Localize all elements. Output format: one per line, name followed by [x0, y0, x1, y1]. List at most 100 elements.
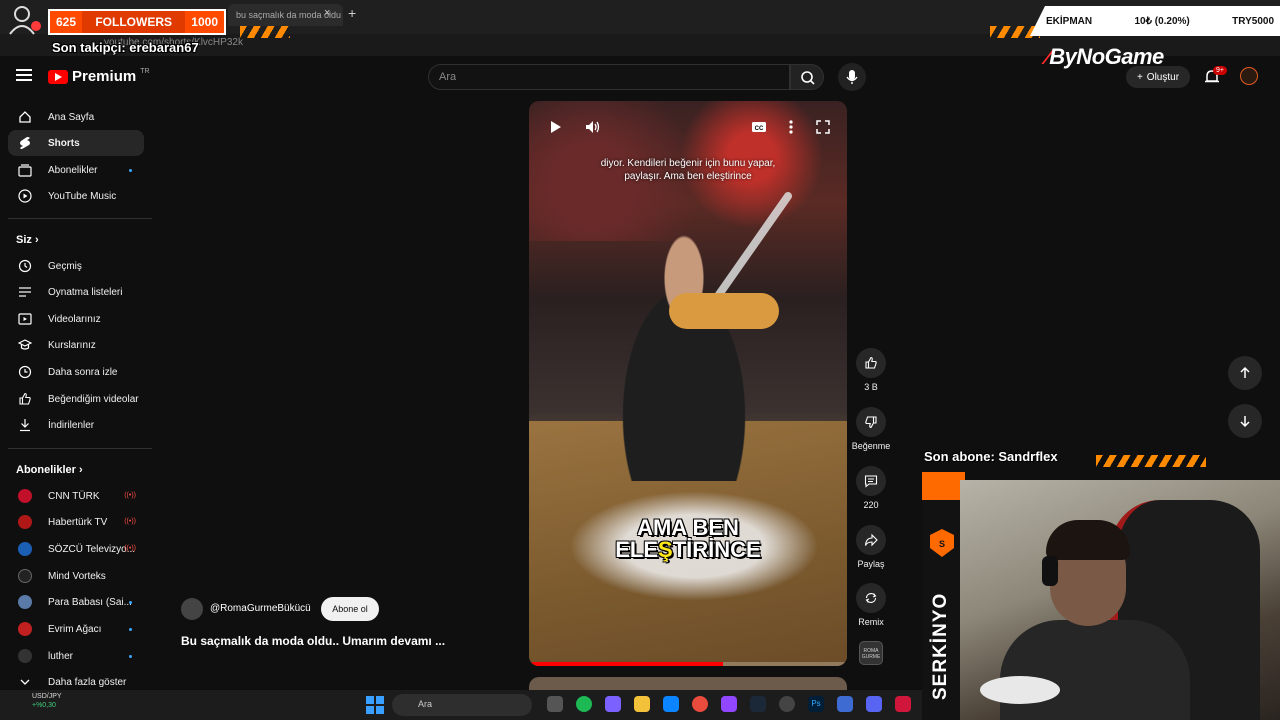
sidebar-section-subscriptions[interactable]: Abonelikler › [16, 464, 83, 476]
video-progress-fill [529, 662, 723, 666]
sidebar-item-label: İndirilenler [48, 419, 95, 431]
streamer-logo-icon: S [930, 529, 954, 557]
like-count: 3 B [864, 382, 878, 392]
youtube-logo[interactable]: Premium TR [48, 68, 150, 85]
sidebar-item-home[interactable]: Ana Sayfa [8, 104, 144, 130]
sidebar-channel-para-babasi[interactable]: Para Babası (Sai... [8, 589, 144, 615]
sidebar-channel-mind-vorteks[interactable]: Mind Vorteks [8, 563, 144, 589]
copilot-icon[interactable] [605, 696, 621, 712]
store-icon[interactable] [663, 696, 679, 712]
sidebar-item-label: Ana Sayfa [48, 111, 95, 123]
taskbar-search-input[interactable]: Ara [392, 694, 532, 716]
spotify-icon[interactable] [576, 696, 592, 712]
chrome-icon[interactable] [692, 696, 708, 712]
caption-line-1: AMA BEN [637, 515, 739, 540]
sidebar-item-shorts[interactable]: Shorts [8, 130, 144, 156]
windows-start-icon[interactable] [366, 696, 384, 714]
music-icon [18, 189, 32, 203]
comments-button[interactable]: 220 [856, 466, 886, 510]
webcam-feed [960, 480, 1280, 720]
more-options-button[interactable] [779, 115, 803, 139]
last-subscriber: Son abone: Sandrflex [924, 449, 1058, 464]
sidebar-item-history[interactable]: Geçmiş [8, 253, 144, 279]
sidebar-channel-haberturk[interactable]: Habertürk TV ((•)) [8, 509, 144, 535]
caption-line-2: ELEŞTİRİNCE [615, 537, 761, 562]
menu-icon[interactable] [16, 68, 32, 82]
sidebar-item-watch-later[interactable]: Daha sonra izle [8, 359, 144, 385]
sidebar-channel-evrim-agaci[interactable]: Evrim Ağacı [8, 616, 144, 642]
sidebar-section-you[interactable]: Siz › [16, 234, 39, 246]
sidebar-item-liked-videos[interactable]: Beğendiğim videolar [8, 386, 144, 412]
remix-button[interactable]: Remix [856, 583, 886, 627]
volume-button[interactable] [581, 115, 605, 139]
stock-change: +%0,30 [32, 702, 56, 709]
sidebar-item-youtube-music[interactable]: YouTube Music [8, 183, 144, 209]
captions-button[interactable]: CC [747, 115, 771, 139]
stock-widget[interactable]: USD/JPY +%0,30 [8, 692, 62, 710]
comment-icon [856, 466, 886, 496]
live-icon: ((•)) [124, 518, 136, 525]
sidebar-channel-sozcu[interactable]: SÖZCÜ Televizyo... ((•)) [8, 536, 144, 562]
new-tab-button[interactable]: + [348, 5, 356, 21]
watch-later-icon [18, 365, 32, 379]
photoshop-icon[interactable]: Ps [808, 696, 824, 712]
streamer-name: SERKİNYO [930, 592, 951, 700]
courses-icon [18, 338, 32, 352]
sidebar-item-playlists[interactable]: Oynatma listeleri [8, 279, 144, 305]
steam-icon[interactable] [750, 696, 766, 712]
search-input[interactable]: Ara [428, 64, 790, 90]
like-button[interactable]: 3 B [856, 348, 886, 392]
video-title[interactable]: Bu saçmalık da moda oldu.. Umarım devamı… [181, 634, 445, 648]
file-explorer-icon[interactable] [634, 696, 650, 712]
followers-count: 625 [56, 15, 77, 29]
voice-search-button[interactable] [838, 63, 866, 91]
svg-text:CC: CC [755, 126, 764, 132]
video-progress-bar[interactable] [529, 662, 847, 666]
sound-thumbnail[interactable]: ROMA GURME [859, 641, 883, 665]
next-short-button[interactable] [1228, 404, 1262, 438]
overlay-stripes [1096, 455, 1206, 467]
sidebar-item-downloads[interactable]: İndirilenler [8, 412, 144, 438]
sidebar-item-courses[interactable]: Kurslarınız [8, 332, 144, 358]
discord-icon[interactable] [866, 696, 882, 712]
share-button[interactable]: Paylaş [856, 525, 886, 569]
webcam-headset [1042, 556, 1058, 586]
sidebar-channel-luther[interactable]: luther [8, 643, 144, 669]
obs-icon[interactable] [779, 696, 795, 712]
share-label: Paylaş [857, 559, 885, 569]
create-button[interactable]: + Oluştur [1126, 66, 1190, 88]
logo-region: TR [140, 68, 150, 75]
tab-close-icon[interactable]: × [324, 7, 330, 19]
new-content-dot [129, 601, 132, 604]
search-button[interactable] [790, 64, 824, 90]
sidebar-item-subscriptions[interactable]: Abonelikler [8, 157, 144, 183]
last-follower: Son takipçi: erebaran67 [52, 40, 199, 55]
short-video-player[interactable]: CC diyor. Kendileri beğenir için bunu ya… [529, 101, 847, 666]
fullscreen-button[interactable] [811, 115, 835, 139]
more-vertical-icon [789, 120, 793, 134]
ticker-amount: 10₺ (0.20%) [1134, 15, 1190, 27]
twitch-icon[interactable] [721, 696, 737, 712]
channel-avatar[interactable] [181, 598, 203, 620]
dislike-button[interactable]: Beğenme [852, 407, 890, 451]
channel-avatar [18, 649, 32, 663]
task-view-icon[interactable] [547, 696, 563, 712]
previous-short-button[interactable] [1228, 356, 1262, 390]
thumbs-up-icon [856, 348, 886, 378]
account-avatar[interactable] [1240, 67, 1258, 85]
channel-name[interactable]: @RomaGurmeBükücü [210, 603, 311, 614]
shorts-icon [18, 136, 32, 150]
sidebar-item-label: SÖZCÜ Televizyo... [48, 543, 136, 555]
app-icon[interactable] [895, 696, 911, 712]
history-icon [18, 259, 32, 273]
sidebar-divider [8, 448, 152, 449]
sidebar-channel-cnn-turk[interactable]: CNN TÜRK ((•)) [8, 483, 144, 509]
ticker-label: EKİPMAN [1046, 15, 1093, 27]
sidebar-item-your-videos[interactable]: Videolarınız [8, 306, 144, 332]
app-icon[interactable] [837, 696, 853, 712]
stock-pair: USD/JPY [32, 693, 62, 700]
subscribe-button[interactable]: Abone ol [321, 597, 379, 621]
play-button[interactable] [543, 115, 567, 139]
channel-avatar [18, 569, 32, 583]
download-icon [18, 418, 32, 432]
